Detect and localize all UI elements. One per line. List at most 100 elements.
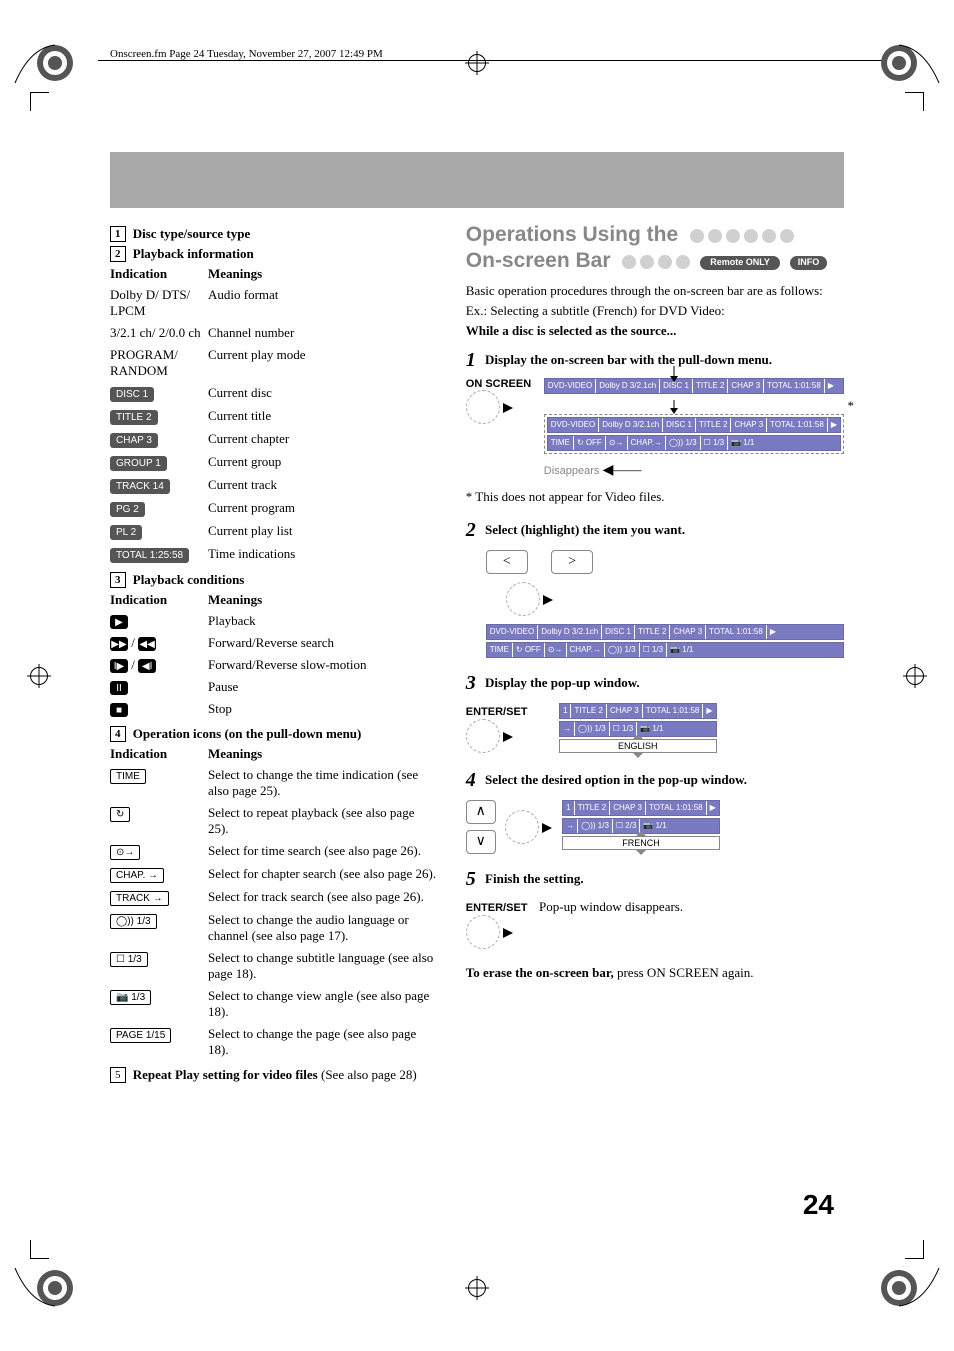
section-title: Playback information — [133, 246, 254, 261]
indication-cell: TIME — [110, 764, 208, 802]
indication-cell: I▶ / ◀I — [110, 654, 208, 676]
osd-cell: 1 — [560, 704, 571, 718]
press-gesture-icon — [466, 390, 500, 424]
press-gesture-icon — [466, 915, 500, 949]
indicator-chip: PG 2 — [110, 502, 145, 517]
osd-cell: TIME — [487, 643, 513, 657]
indication-cell: PROGRAM/ RANDOM — [110, 344, 208, 382]
indicator-chip: GROUP 1 — [110, 456, 167, 471]
title-line-1: Operations Using the — [466, 223, 678, 246]
corner-ornament — [874, 1263, 944, 1313]
enter-set-label: ENTER/SET — [466, 706, 528, 718]
corner-ornament — [10, 38, 80, 88]
section-num: 3 — [110, 572, 126, 588]
osd-cell: TOTAL 1:01:58 — [643, 704, 704, 718]
indication-cell: TOTAL 1:25:58 — [110, 543, 208, 566]
crop-mark — [905, 1240, 924, 1259]
osd-cell: CHAP.→ — [628, 436, 666, 450]
osd-cell: CHAP 3 — [670, 625, 706, 639]
playback-icon: ■ — [110, 703, 128, 717]
meaning-cell: Select for time search (see also page 26… — [208, 840, 438, 863]
meaning-cell: Current chapter — [208, 428, 438, 451]
osd-cell: ◯)) 1/3 — [578, 819, 613, 833]
section-1: 1 Disc type/source type — [110, 226, 438, 242]
playback-icon: ▶▶ — [110, 637, 128, 651]
indicator-chip: TOTAL 1:25:58 — [110, 548, 189, 563]
col-meanings: Meanings — [208, 744, 438, 764]
osd-cell: ▶ — [828, 418, 840, 432]
step-number: 3 — [466, 672, 476, 694]
left-column: 1 Disc type/source type 2 Playback infor… — [110, 222, 438, 1231]
osd-cell: ▶ — [825, 379, 837, 393]
meaning-cell: Current track — [208, 474, 438, 497]
meaning-cell: Current disc — [208, 382, 438, 405]
playback-icon: II — [110, 681, 128, 695]
col-indication: Indication — [110, 744, 208, 764]
indicator-chip: TITLE 2 — [110, 410, 158, 425]
section-title: Repeat Play setting for video files — [133, 1067, 318, 1082]
meaning-cell: Forward/Reverse search — [208, 632, 438, 654]
meaning-cell: Channel number — [208, 322, 438, 344]
meaning-cell: Select for track search (see also page 2… — [208, 886, 438, 909]
indicator-chip: TRACK 14 — [110, 479, 170, 494]
step-4: 4 Select the desired option in the pop-u… — [466, 769, 844, 854]
osd-cell: CHAP 3 — [731, 418, 767, 432]
crop-mark — [905, 92, 924, 111]
step-number: 2 — [466, 519, 476, 541]
step-text: Select (highlight) the item you want. — [485, 522, 685, 537]
osd-cell: ⊙→ — [606, 436, 628, 450]
left-cursor-button[interactable]: < — [486, 550, 528, 574]
osd-cell: ☐ 1/3 — [701, 436, 729, 450]
registration-mark — [468, 54, 486, 72]
step-5: 5 Finish the setting. ENTER/SET Pop-up w… — [466, 868, 844, 949]
indication-cell: DISC 1 — [110, 382, 208, 405]
op-icons-table: IndicationMeanings TIME Select to change … — [110, 744, 438, 1061]
meaning-cell: Select to change the audio language or c… — [208, 909, 438, 947]
osd-bar-sub: TIME↻ OFF⊙→CHAP.→◯)) 1/3☐ 1/3📷 1/1 — [486, 642, 844, 658]
right-column: Operations Using the On-screen Bar Remot… — [466, 222, 844, 1231]
osd-cell: Dolby D 3/2.1ch — [599, 418, 663, 432]
header-rule — [98, 60, 884, 61]
step-text: Display the pop-up window. — [485, 675, 640, 690]
osd-cell: TITLE 2 — [571, 704, 606, 718]
step5-note: Pop-up window disappears. — [539, 899, 683, 914]
intro-bold: While a disc is selected as the source..… — [466, 323, 844, 339]
corner-ornament — [874, 38, 944, 88]
playback-icon: ▶ — [110, 615, 128, 629]
op-icon-chip: CHAP. → — [110, 868, 164, 883]
osd-cell: 📷 1/1 — [667, 643, 696, 657]
indication-cell: II — [110, 676, 208, 698]
osd-cell: 1 — [563, 801, 574, 815]
down-cursor-button[interactable]: ∨ — [466, 830, 496, 854]
erase-bold: To erase the on-screen bar, — [466, 965, 614, 980]
indication-cell: Dolby D/ DTS/ LPCM — [110, 284, 208, 322]
section-title: Operation icons (on the pull-down menu) — [133, 726, 362, 741]
meaning-cell: Current play list — [208, 520, 438, 543]
section-5: 5 Repeat Play setting for video files (S… — [110, 1067, 438, 1083]
meaning-cell: Time indications — [208, 543, 438, 566]
indication-cell: PAGE 1/15 — [110, 1023, 208, 1061]
title-dots — [690, 229, 794, 243]
up-cursor-button[interactable]: ∧ — [466, 800, 496, 824]
indication-cell: PL 2 — [110, 520, 208, 543]
right-cursor-button[interactable]: > — [551, 550, 593, 574]
remote-only-chip: Remote ONLY — [700, 256, 780, 269]
enter-set-label: ENTER/SET — [466, 902, 528, 914]
indication-cell: 3/2.1 ch/ 2/0.0 ch — [110, 322, 208, 344]
osd-cell: → — [563, 819, 578, 833]
osd-cell: TIME — [548, 436, 574, 450]
registration-mark — [30, 667, 48, 685]
section-4: 4 Operation icons (on the pull-down menu… — [110, 726, 438, 742]
indicator-chip: PL 2 — [110, 525, 142, 540]
indication-cell: TRACK → — [110, 886, 208, 909]
osd-cell: CHAP.→ — [567, 643, 605, 657]
indication-cell: TITLE 2 — [110, 405, 208, 428]
osd-cell: ↻ OFF — [574, 436, 606, 450]
osd-cell: CHAP 3 — [610, 801, 646, 815]
page-number: 24 — [803, 1189, 834, 1221]
indication-cell: ⊙→ — [110, 840, 208, 863]
osd-bar: DVD-VIDEODolby D 3/2.1chDISC 1TITLE 2CHA… — [547, 417, 841, 433]
indication-cell: ◯)) 1/3 — [110, 909, 208, 947]
indication-cell: CHAP 3 — [110, 428, 208, 451]
popup-language: ENGLISH — [559, 739, 717, 753]
